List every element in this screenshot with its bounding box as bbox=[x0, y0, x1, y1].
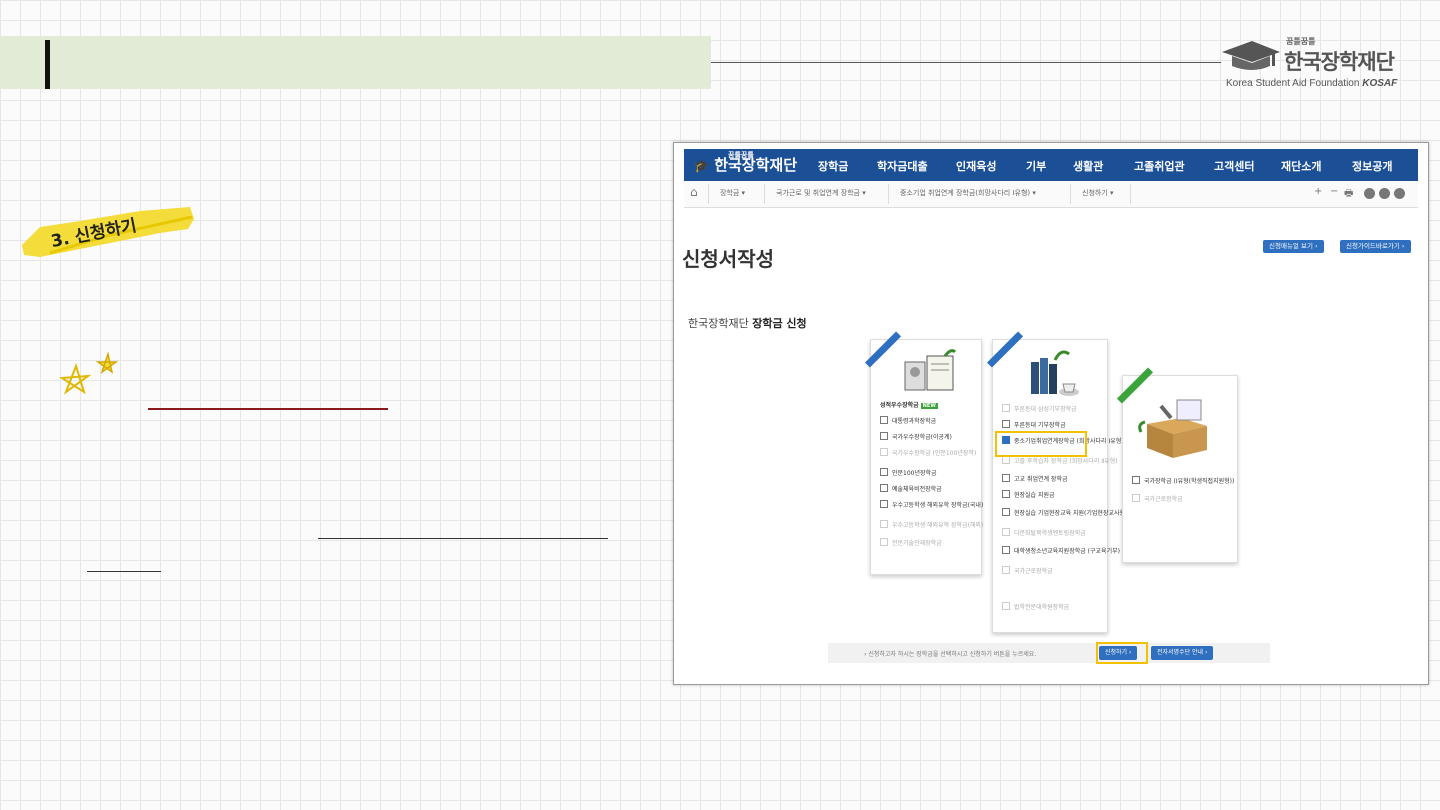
scholarship-option[interactable]: 전문기술인재장학금 bbox=[880, 538, 942, 548]
apply-button-highlight bbox=[1096, 642, 1148, 664]
crumb-item[interactable]: 중소기업 취업연계 장학금(희망사다리 Ⅰ유형) ▾ bbox=[900, 188, 1036, 198]
nav-customer-center[interactable]: 고객센터 bbox=[1214, 158, 1254, 174]
page-title: 신청서작성 bbox=[682, 247, 774, 271]
nav-about[interactable]: 재단소개 bbox=[1281, 158, 1321, 174]
scholarship-card-national: 국가장학금 (Ⅰ유형(학생직접지원형)) 국가근로장학금 bbox=[1116, 367, 1238, 563]
card-ribbon bbox=[986, 331, 1024, 368]
scholarship-option[interactable]: 국가우수장학금 (인문100년장학) bbox=[880, 448, 976, 458]
nav-student-loan[interactable]: 학자금대출 bbox=[877, 158, 928, 174]
scholarship-option[interactable]: 국가우수장학금(이공계) bbox=[880, 432, 952, 442]
scholarship-option[interactable]: 우수고등학생 해외유학 장학금(국내) bbox=[880, 500, 983, 510]
nav-public-info[interactable]: 정보공개 bbox=[1352, 158, 1392, 174]
scholarship-option[interactable]: 푸른등대 기부장학금 bbox=[1002, 420, 1066, 430]
slide-title-band bbox=[0, 36, 711, 89]
scholarship-option[interactable]: 우수고등학생 해외유학 장학금(해외) bbox=[880, 520, 983, 530]
scholarship-card-employment: 푸른등대 삼성기부장학금 푸른등대 기부장학금 중소기업취업연계장학금 (희망사… bbox=[986, 331, 1127, 633]
manual-button[interactable]: 신청매뉴얼 보기 › bbox=[1263, 240, 1324, 253]
section-heading: 한국장학재단 장학금 신청 bbox=[688, 317, 807, 330]
underline-3 bbox=[87, 571, 161, 572]
step-label: 3. 신청하기 bbox=[20, 205, 196, 261]
site-logo[interactable]: 🎓 꿈틀꿈틀 한국장학재단 bbox=[694, 151, 797, 175]
title-accent-bar bbox=[45, 40, 50, 89]
home-icon[interactable]: ⌂ bbox=[690, 185, 698, 199]
scholarship-option[interactable]: 현장실습 기업현장교육 지원(기업현장교사용) bbox=[1002, 508, 1127, 518]
guide-link-button[interactable]: 신청가이드바로가기 › bbox=[1340, 240, 1411, 253]
scholarship-option[interactable]: 푸른등대 삼성기부장학금 bbox=[1002, 404, 1077, 414]
scholarship-option[interactable]: 대통령과학장학금 bbox=[880, 416, 936, 426]
website-screenshot: 🎓 꿈틀꿈틀 한국장학재단 장학금 학자금대출 인재육성 기부 생활관 고졸취업… bbox=[673, 142, 1429, 685]
new-badge: NEW bbox=[920, 403, 938, 409]
scholarship-option[interactable]: 고교 취업연계 장학금 bbox=[1002, 474, 1068, 484]
underline-1 bbox=[148, 408, 388, 410]
crumb-item[interactable]: 장학금 ▾ bbox=[720, 188, 745, 198]
print-icon[interactable]: 🖶 bbox=[1344, 186, 1353, 203]
scholarship-option[interactable]: 국가장학금 (Ⅰ유형(학생직접지원형)) bbox=[1132, 476, 1234, 486]
scholarship-option[interactable]: 인문100년장학금 bbox=[880, 468, 937, 478]
scholarship-option[interactable]: 국가근로장학금 bbox=[1132, 494, 1183, 504]
brand-logo: 꿈틀꿈틀 한국장학재단 Korea Student Aid Foundation… bbox=[1218, 36, 1408, 94]
brand-name-en: Korea Student Aid Foundation KOSAF bbox=[1226, 78, 1398, 89]
scholarship-option[interactable]: 대학생청소년교육지원장학금 (구교육기부) bbox=[1002, 546, 1120, 556]
crumb-item[interactable]: 국가근로 및 취업연계 장학금 ▾ bbox=[776, 188, 866, 198]
esign-guide-button[interactable]: 전자서명수단 안내 › bbox=[1151, 646, 1214, 660]
scholarship-option[interactable]: 현장실습 지원금 bbox=[1002, 490, 1055, 500]
nav-scholarship[interactable]: 장학금 bbox=[818, 158, 848, 174]
site-logo-tag: 꿈틀꿈틀 bbox=[728, 151, 754, 159]
nav-donation[interactable]: 기부 bbox=[1026, 158, 1046, 174]
twitter-icon[interactable] bbox=[1379, 188, 1390, 199]
nav-dormitory[interactable]: 생활관 bbox=[1073, 158, 1103, 174]
zoom-in-icon[interactable]: + bbox=[1314, 186, 1322, 197]
books-icon bbox=[1031, 350, 1079, 396]
star-doodle-icon bbox=[58, 351, 119, 395]
card-ribbon bbox=[864, 331, 902, 368]
card-title: 성적우수장학금 NEW bbox=[880, 402, 938, 409]
selection-highlight bbox=[995, 431, 1087, 457]
site-logo-text: 한국장학재단 bbox=[714, 156, 797, 174]
zoom-out-icon[interactable]: − bbox=[1330, 186, 1338, 197]
scholarship-option[interactable]: 국가근로장학금 bbox=[1002, 566, 1053, 576]
header-divider bbox=[711, 62, 1221, 63]
site-nav-bar: 🎓 꿈틀꿈틀 한국장학재단 장학금 학자금대출 인재육성 기부 생활관 고졸취업… bbox=[684, 149, 1418, 181]
toolbox-icon bbox=[1138, 399, 1207, 458]
scholarship-option[interactable]: 법학전문대학원장학금 bbox=[1002, 602, 1069, 612]
underline-2 bbox=[318, 538, 608, 539]
scholarship-option[interactable]: 다문화탈북학생멘토링장학금 bbox=[1002, 528, 1086, 538]
breadcrumb: ⌂ 장학금 ▾ 국가근로 및 취업연계 장학금 ▾ 중소기업 취업연계 장학금(… bbox=[684, 181, 1418, 208]
nav-highschool-job[interactable]: 고졸취업관 bbox=[1134, 158, 1185, 174]
blog-icon[interactable] bbox=[1394, 188, 1405, 199]
nav-talent[interactable]: 인재육성 bbox=[956, 158, 996, 174]
apply-bar: › 신청하고자 하시는 장학금을 선택하시고 신청하기 버튼을 누르세요. 신청… bbox=[828, 643, 1270, 663]
certificate-icon bbox=[904, 349, 957, 391]
scholarship-option[interactable]: 고졸 후학습자 장학금 (희망사다리 Ⅱ유형) bbox=[1002, 456, 1118, 466]
brand-acronym: KOSAF bbox=[1362, 78, 1398, 89]
crumb-item[interactable]: 신청하기 ▾ bbox=[1082, 188, 1114, 198]
apply-instruction: › 신청하고자 하시는 장학금을 선택하시고 신청하기 버튼을 누르세요. bbox=[864, 651, 1037, 658]
scholarship-option[interactable]: 예술체육비전장학금 bbox=[880, 484, 942, 494]
facebook-icon[interactable] bbox=[1364, 188, 1375, 199]
brand-name-ko: 한국장학재단 bbox=[1284, 50, 1395, 74]
graduation-cap-icon bbox=[1222, 41, 1280, 70]
scholarship-card-merit: 성적우수장학금 NEW 대통령과학장학금 국가우수장학금(이공계) 국가우수장학… bbox=[864, 331, 983, 575]
